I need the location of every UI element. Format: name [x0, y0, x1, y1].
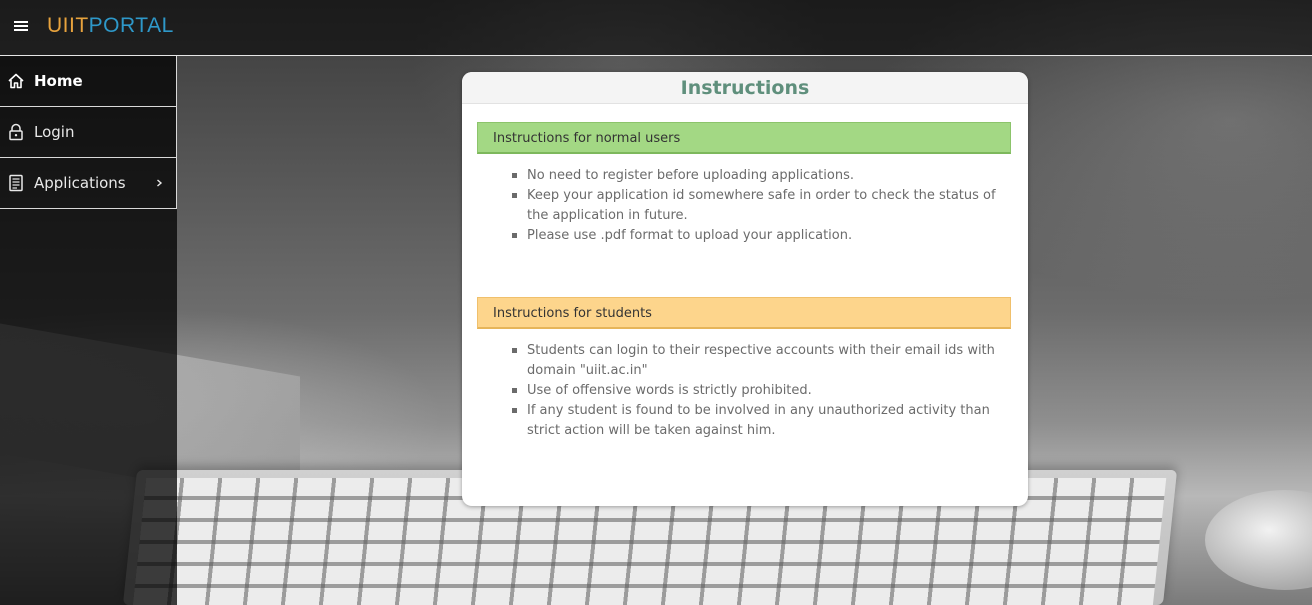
- home-icon: [8, 73, 24, 89]
- students-list: Students can login to their respective a…: [507, 341, 1007, 441]
- list-item: Please use .pdf format to upload your ap…: [512, 226, 1007, 246]
- panel-header: Instructions: [462, 72, 1028, 104]
- list-item: No need to register before uploading app…: [512, 166, 1007, 186]
- background-mouse: [1205, 490, 1312, 590]
- hamburger-icon[interactable]: [14, 20, 28, 32]
- list-item: If any student is found to be involved i…: [512, 401, 1007, 441]
- brand-part2: PORTAL: [88, 14, 174, 37]
- sidebar: Home Login Applications: [0, 56, 177, 605]
- list-item: Use of offensive words is strictly prohi…: [512, 381, 1007, 401]
- sidebar-item-label: Login: [34, 123, 75, 141]
- section-heading-students: Instructions for students: [477, 297, 1011, 329]
- sidebar-item-label: Applications: [34, 174, 126, 192]
- brand-part1: UIIT: [47, 14, 89, 37]
- normal-users-list: No need to register before uploading app…: [507, 166, 1007, 246]
- sidebar-item-home[interactable]: Home: [0, 56, 177, 107]
- instructions-panel: Instructions Instructions for normal use…: [462, 72, 1028, 506]
- brand-logo[interactable]: UIITPORTAL: [47, 14, 174, 38]
- sidebar-item-applications[interactable]: Applications: [0, 158, 177, 209]
- list-item: Keep your application id somewhere safe …: [512, 186, 1007, 226]
- section-heading-normal-users: Instructions for normal users: [477, 122, 1011, 154]
- lock-icon: [9, 123, 23, 141]
- sidebar-item-label: Home: [34, 72, 83, 90]
- sidebar-item-login[interactable]: Login: [0, 107, 177, 158]
- chevron-right-icon: [157, 179, 163, 187]
- list-item: Students can login to their respective a…: [512, 341, 1007, 381]
- document-icon: [9, 174, 23, 192]
- top-navbar: UIITPORTAL: [0, 0, 1312, 56]
- page-title: Instructions: [680, 77, 810, 99]
